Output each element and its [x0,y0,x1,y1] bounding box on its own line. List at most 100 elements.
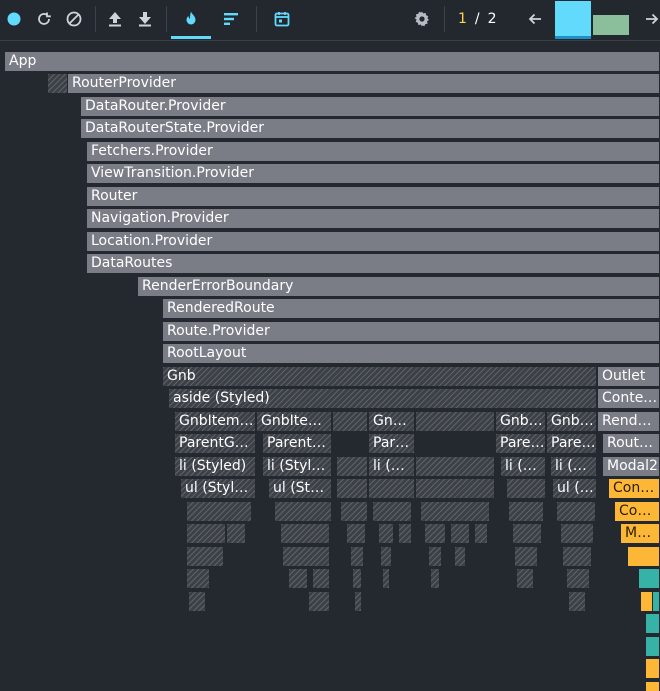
fiber-hidden[interactable] [508,501,544,522]
fiber-hidden[interactable] [424,523,446,544]
fiber-hidden[interactable] [516,568,534,589]
fiber-hidden[interactable] [280,523,330,544]
fiber-hidden[interactable] [398,523,412,544]
fiber-data-routes[interactable]: DataRoutes [86,253,660,274]
fiber-rendered[interactable] [652,591,660,612]
fiber-hidden[interactable] [378,523,394,544]
fiber-hidden[interactable] [346,523,366,544]
fiber-hidden[interactable] [415,456,495,477]
fiber-rendered[interactable] [627,546,660,567]
fiber-rendered[interactable] [638,568,660,589]
timeline-tab[interactable] [271,8,293,30]
fiber-parent-g[interactable]: ParentG… [174,433,256,454]
fiber-rendered-route-2[interactable]: Render… [597,411,660,432]
fiber-hidden[interactable] [186,546,224,567]
profiler-settings-button[interactable] [411,8,433,30]
fiber-hidden[interactable] [336,478,368,499]
fiber-gnb-item[interactable]: GnbIte… [256,411,332,432]
fiber-aside[interactable]: aside (Styled) [168,388,597,409]
fiber-hidden[interactable] [340,501,368,522]
fiber-gnb-item[interactable]: Gn… [368,411,415,432]
fiber-li[interactable]: li (Styled) [174,456,256,477]
fiber-app[interactable]: App [4,51,660,72]
save-profile-button[interactable] [134,8,156,30]
fiber-hidden[interactable] [454,546,466,567]
fiber-render-error-boundary[interactable]: RenderErrorBoundary [137,276,660,297]
fiber-rendered[interactable] [645,636,660,657]
fiber-hidden[interactable] [186,501,252,522]
fiber-gnb[interactable]: Gnb [162,366,597,387]
fiber-hidden[interactable] [308,591,330,612]
fiber-ul[interactable]: ul (… [552,478,597,499]
fiber-hidden[interactable] [506,478,546,499]
fiber-rendered[interactable] [645,613,660,634]
fiber-navigation-provider[interactable]: Navigation.Provider [86,208,660,229]
fiber-hidden[interactable] [336,456,368,477]
fiber-view-transition-provider[interactable]: ViewTransition.Provider [86,163,660,184]
fiber-gnb-item[interactable]: Gnb… [495,411,546,432]
fiber-rendered[interactable] [645,681,660,691]
previous-commit-button[interactable] [524,8,546,30]
load-profile-button[interactable] [104,8,126,30]
fiber-hidden[interactable] [450,523,470,544]
fiber-hidden[interactable] [560,523,594,544]
fiber-hidden[interactable] [474,523,488,544]
fiber-hidden[interactable] [382,568,390,589]
fiber-modal[interactable]: Mo… [620,523,660,544]
fiber-fetchers-provider[interactable]: Fetchers.Provider [86,141,660,162]
fiber-hidden[interactable] [562,546,592,567]
fiber-root-layout[interactable]: RootLayout [162,343,660,364]
fiber-config-provider[interactable]: Confi… [608,478,660,499]
fiber-rendered-route[interactable]: RenderedRoute [162,298,660,319]
fiber-hidden[interactable] [47,73,68,94]
fiber-parent[interactable]: Pare… [546,433,597,454]
commit-bar[interactable] [593,15,629,35]
fiber-hidden[interactable] [226,523,246,544]
fiber-li[interactable]: li (… [500,456,546,477]
fiber-li[interactable]: li (… [550,456,597,477]
fiber-rendered[interactable] [645,658,660,679]
fiber-modal2[interactable]: Modal2 [602,456,660,477]
fiber-hidden[interactable] [368,478,415,499]
fiber-hidden[interactable] [566,568,590,589]
ranked-tab[interactable] [220,8,242,30]
fiber-hidden[interactable] [568,591,586,612]
fiber-context-provider[interactable]: Contex… [597,388,660,409]
fiber-hidden[interactable] [415,478,495,499]
fiber-hidden[interactable] [420,501,490,522]
next-commit-button[interactable] [641,8,660,30]
fiber-parent[interactable]: Par… [368,433,415,454]
fiber-router[interactable]: Router [86,186,660,207]
fiber-parent[interactable]: Parent… [262,433,332,454]
fiber-li[interactable]: li (Style… [262,456,332,477]
fiber-gnb-item[interactable]: GnbItem… [174,411,256,432]
fiber-route-provider[interactable]: Route.Provider [162,321,660,342]
fiber-li[interactable]: li (… [368,456,415,477]
fiber-gnb-item[interactable]: Gnb… [546,411,597,432]
fiber-hidden[interactable] [415,411,495,432]
fiber-data-router-state-provider[interactable]: DataRouterState.Provider [80,118,660,139]
fiber-hidden[interactable] [354,591,362,612]
fiber-hidden[interactable] [514,546,538,567]
fiber-hidden[interactable] [512,523,542,544]
fiber-ul[interactable]: ul (Sty… [268,478,332,499]
fiber-hidden[interactable] [430,568,440,589]
fiber-data-router-provider[interactable]: DataRouter.Provider [80,96,660,117]
fiber-hidden[interactable] [312,568,330,589]
fiber-location-provider[interactable]: Location.Provider [86,231,660,252]
fiber-hidden[interactable] [274,501,332,522]
fiber-hidden[interactable] [186,523,226,544]
commit-bar-selected[interactable] [555,1,591,38]
fiber-router-provider[interactable]: RouterProvider [67,73,660,94]
fiber-hidden[interactable] [186,568,210,589]
fiber-hidden[interactable] [352,568,362,589]
record-button[interactable] [3,8,25,30]
fiber-hidden[interactable] [288,568,308,589]
fiber-hidden[interactable] [332,411,368,432]
fiber-route-provider-2[interactable]: Route… [602,433,660,454]
reload-and-profile-button[interactable] [33,8,55,30]
fiber-hidden[interactable] [556,501,596,522]
fiber-hidden[interactable] [350,546,364,567]
clear-profiling-button[interactable] [63,8,85,30]
fiber-parent[interactable]: Pare… [495,433,546,454]
